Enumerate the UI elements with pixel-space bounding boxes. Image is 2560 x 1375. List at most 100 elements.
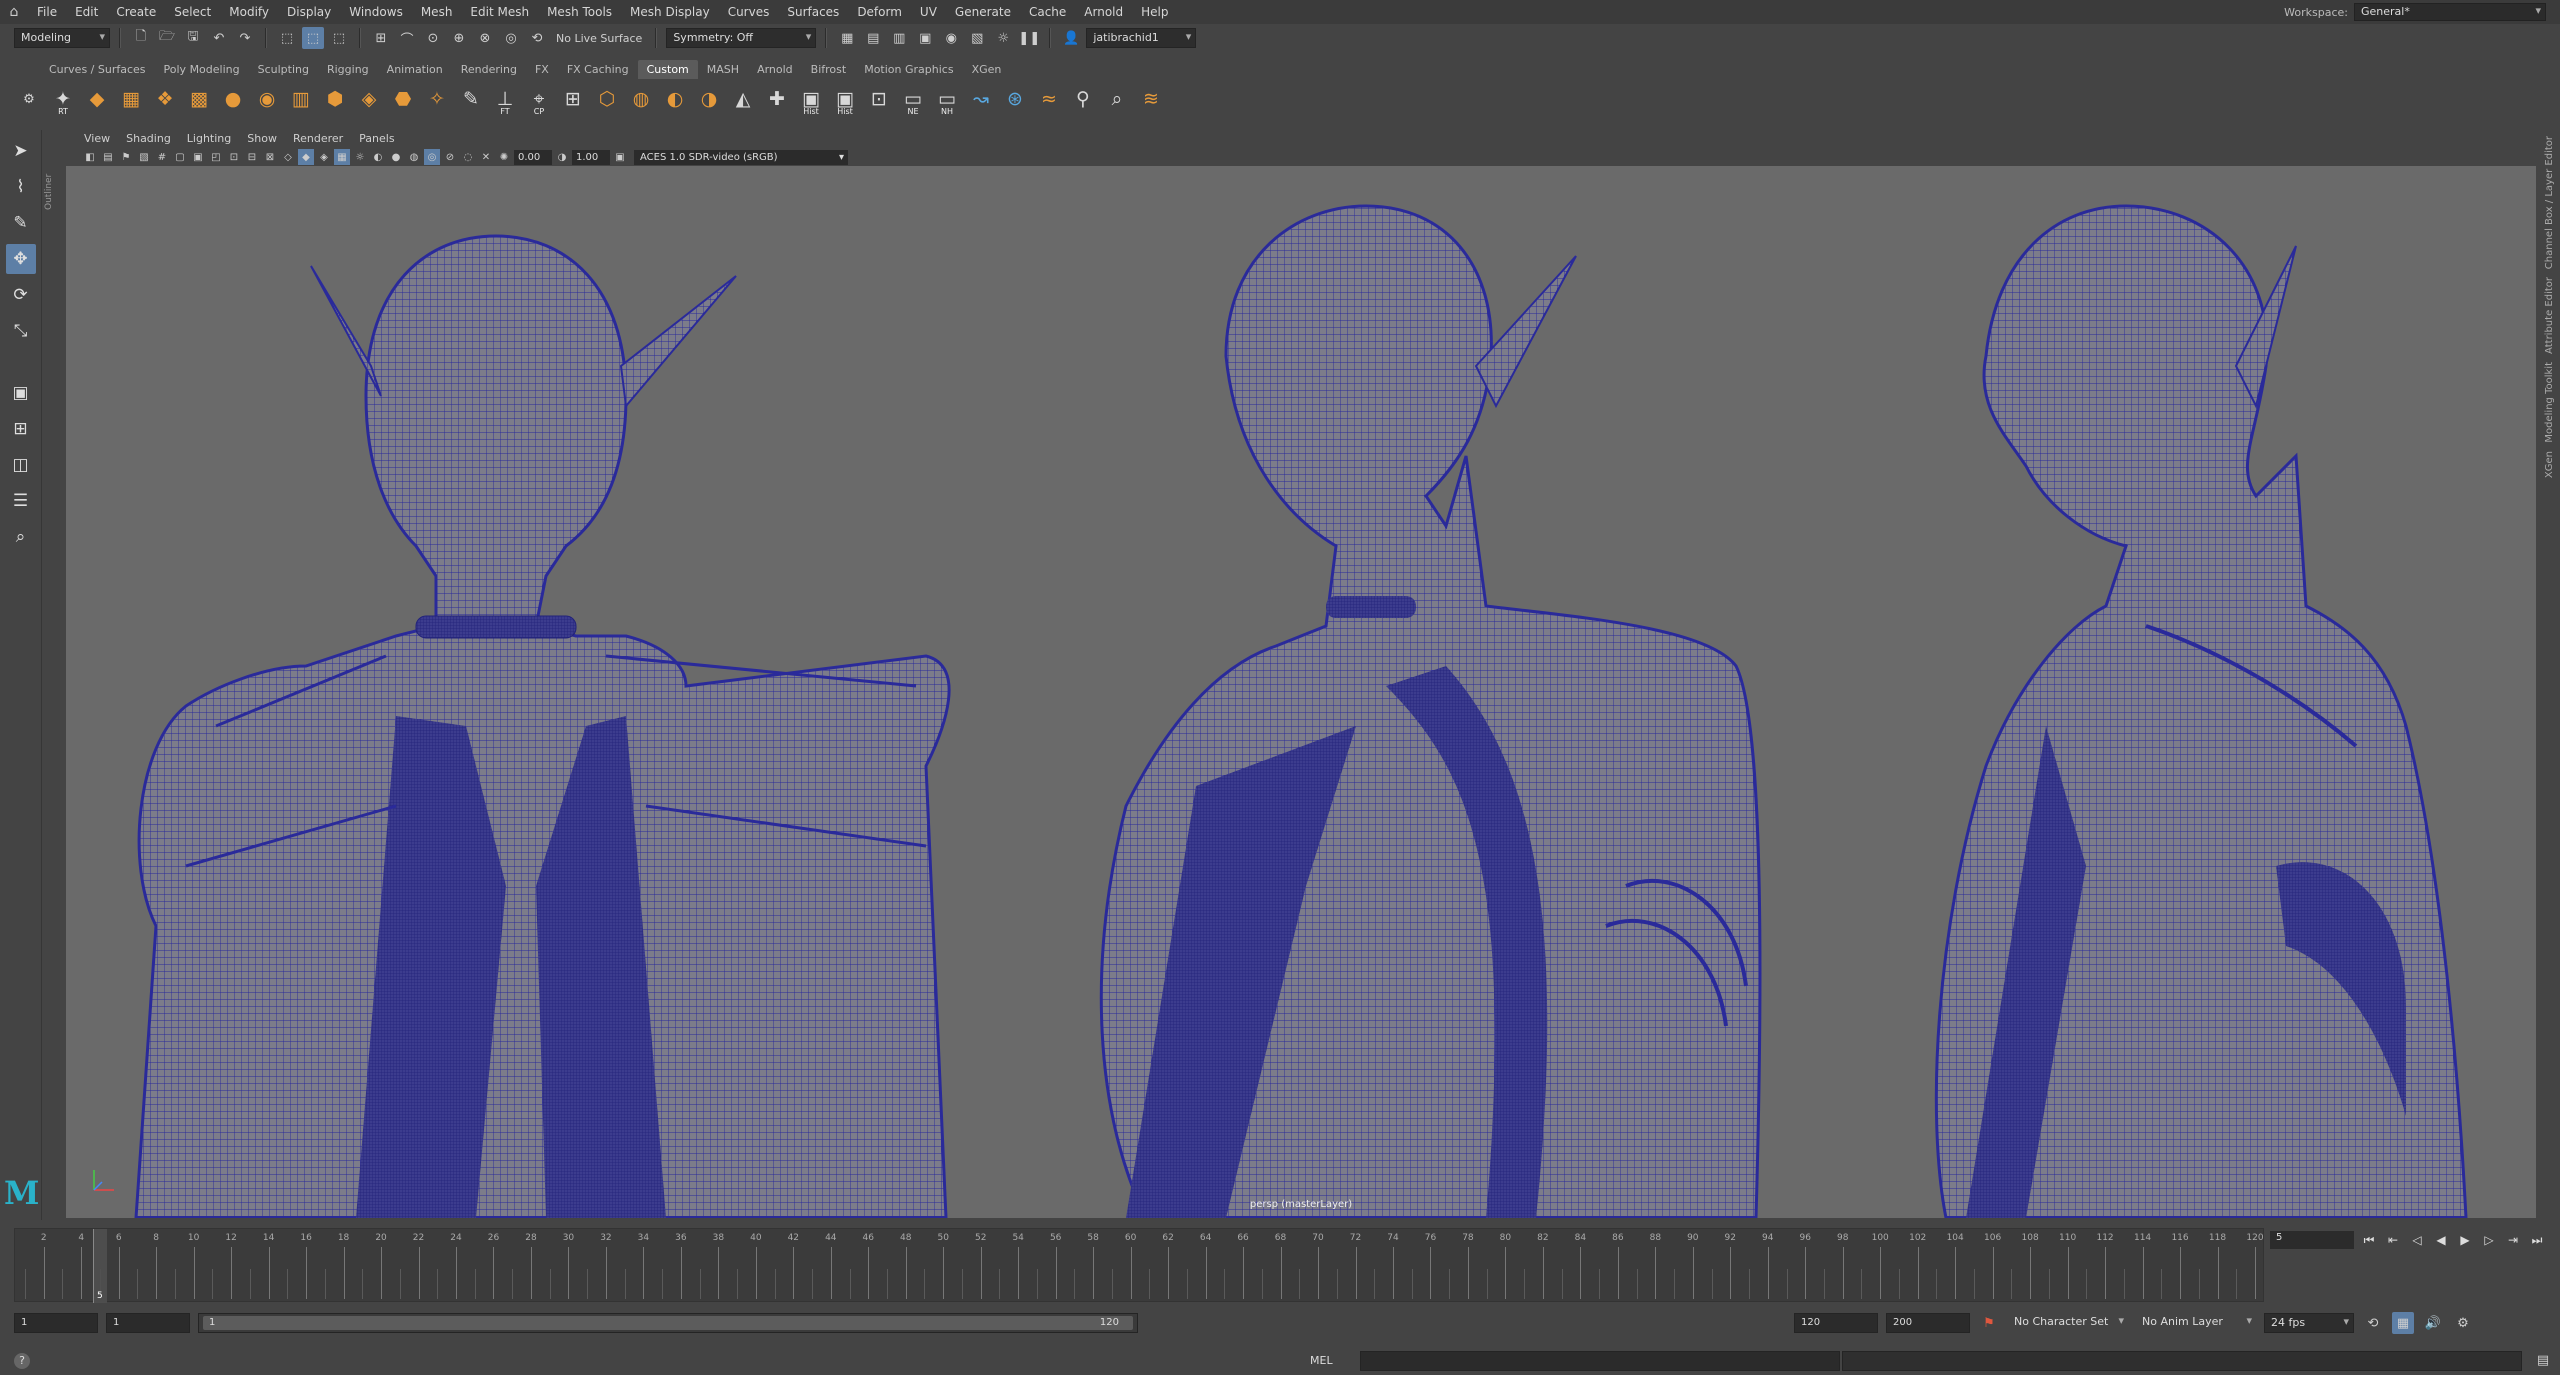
xray-joints-icon[interactable]: ✕	[478, 149, 494, 165]
delete-history-icon[interactable]: ▣ Hist	[796, 84, 826, 116]
shelf-tab-mash[interactable]: MASH	[698, 60, 748, 79]
play-backwards-icon[interactable]: ◀	[2432, 1231, 2450, 1249]
gate-mask-icon[interactable]: ◰	[208, 149, 224, 165]
outliner-tab[interactable]: Outliner	[44, 130, 64, 210]
shelf-tab-rendering[interactable]: Rendering	[452, 60, 526, 79]
rotate-tool-icon[interactable]: ⟳	[6, 280, 36, 310]
textured-icon[interactable]: ◈	[316, 149, 332, 165]
panel-menu-view[interactable]: View	[76, 132, 118, 145]
menu-deform[interactable]: Deform	[848, 5, 911, 19]
smooth-icon[interactable]: ◍	[626, 84, 656, 114]
snap-view-plane-icon[interactable]: ⊗	[474, 27, 496, 49]
shelf-tab-bifrost[interactable]: Bifrost	[802, 60, 856, 79]
pin-icon[interactable]: ✚	[762, 84, 792, 114]
target-weld-icon[interactable]: ✧	[422, 84, 452, 114]
outliner-layout-icon[interactable]: ☰	[6, 486, 36, 516]
play-forwards-icon[interactable]: ▶	[2456, 1231, 2474, 1249]
select-object-icon[interactable]: ⬚	[302, 27, 324, 49]
safe-title-icon[interactable]: ⊠	[262, 149, 278, 165]
move-tool-icon[interactable]: ✥	[5, 244, 36, 274]
menu-file[interactable]: File	[28, 5, 66, 19]
delete-history-all-icon[interactable]: ▣ Hist	[830, 84, 860, 116]
wireframe-icon[interactable]: ◇	[280, 149, 296, 165]
help-icon[interactable]: ?	[14, 1352, 30, 1369]
pause-render-icon[interactable]: ❚❚	[1018, 27, 1040, 49]
script-language-label[interactable]: MEL	[1310, 1354, 1333, 1367]
menu-edit-mesh[interactable]: Edit Mesh	[461, 5, 538, 19]
shelf-tab-fx-caching[interactable]: FX Caching	[558, 60, 638, 79]
start-time-field[interactable]: 1	[14, 1313, 98, 1333]
grid-toggle-icon[interactable]: #	[154, 149, 170, 165]
motion-blur-icon[interactable]: ◍	[406, 149, 422, 165]
panel-menu-show[interactable]: Show	[239, 132, 285, 145]
tab-attribute-editor[interactable]: Attribute Editor	[2544, 277, 2555, 354]
select-hierarchy-icon[interactable]: ⬚	[276, 27, 298, 49]
save-scene-icon[interactable]: 🖫	[182, 27, 204, 49]
resolution-gate-icon[interactable]: ▣	[190, 149, 206, 165]
combine-icon[interactable]: ⬡	[592, 84, 622, 114]
normal-hardness-icon[interactable]: ▭ NH	[932, 84, 962, 116]
shelf-tab-animation[interactable]: Animation	[378, 60, 452, 79]
end-time-field[interactable]: 200	[1886, 1313, 1970, 1333]
viewport-persp[interactable]: persp (masterLayer)	[66, 166, 2536, 1218]
snap-curve-icon[interactable]: ⌒	[396, 27, 418, 49]
menu-curves[interactable]: Curves	[719, 5, 779, 19]
exposure-field[interactable]: 0.00	[514, 149, 552, 165]
ipr-render-icon[interactable]: ▥	[888, 27, 910, 49]
menu-edit[interactable]: Edit	[66, 5, 107, 19]
go-to-end-icon[interactable]: ⏭	[2528, 1231, 2546, 1249]
symmetry-dropdown[interactable]: Symmetry: Off	[666, 28, 817, 48]
menu-generate[interactable]: Generate	[946, 5, 1020, 19]
search-tool-icon[interactable]: ⌕	[1102, 84, 1132, 114]
reset-transform-icon[interactable]: ✦ RT	[48, 84, 78, 116]
shelf-tab-motion-graphics[interactable]: Motion Graphics	[855, 60, 962, 79]
playback-end-field[interactable]: 120	[1794, 1313, 1878, 1333]
shelf-tab-custom[interactable]: Custom	[637, 59, 698, 79]
current-frame-marker[interactable]: 5	[92, 1229, 107, 1303]
panel-menu-lighting[interactable]: Lighting	[179, 132, 239, 145]
mirror-icon[interactable]: ◐	[660, 84, 690, 114]
menu-mesh[interactable]: Mesh	[412, 5, 462, 19]
loop-icon[interactable]: ⟲	[2362, 1312, 2384, 1334]
step-forward-key-icon[interactable]: ⇥	[2504, 1231, 2522, 1249]
character-set-dropdown[interactable]: No Character Set	[2008, 1313, 2128, 1333]
hypershade-icon[interactable]: ◉	[940, 27, 962, 49]
menu-select[interactable]: Select	[165, 5, 220, 19]
fps-dropdown[interactable]: 24 fps	[2264, 1313, 2354, 1333]
bookmark-icon[interactable]: ⚑	[118, 149, 134, 165]
shelf-tab-sculpting[interactable]: Sculpting	[249, 60, 318, 79]
lock-icon[interactable]: ⚲	[1068, 84, 1098, 114]
camera-attributes-icon[interactable]: ▤	[100, 149, 116, 165]
light-editor-icon[interactable]: ☼	[992, 27, 1014, 49]
menu-uv[interactable]: UV	[911, 5, 946, 19]
time-ruler[interactable]: 2 4 6 8 10 12 14 16 18 20 22 24 26 28 30 32 34 36 38 40 42 44…	[14, 1228, 2264, 1303]
redo-icon[interactable]: ↷	[234, 27, 256, 49]
smooth-shade-icon[interactable]: ◆	[298, 149, 314, 165]
grid-cube-icon[interactable]: ▦	[116, 84, 146, 114]
shelf-tab-poly-modeling[interactable]: Poly Modeling	[155, 60, 249, 79]
safe-action-icon[interactable]: ⊟	[244, 149, 260, 165]
menu-help[interactable]: Help	[1132, 5, 1177, 19]
image-plane-icon[interactable]: ▧	[136, 149, 152, 165]
step-forward-frame-icon[interactable]: ▷	[2480, 1231, 2498, 1249]
menu-mesh-tools[interactable]: Mesh Tools	[538, 5, 621, 19]
open-scene-icon[interactable]: 🗁	[156, 27, 178, 49]
step-back-key-icon[interactable]: ⇤	[2384, 1231, 2402, 1249]
separate-icon[interactable]: ◑	[694, 84, 724, 114]
extrude-icon[interactable]: ⬢	[320, 84, 350, 114]
select-tool-icon[interactable]: ➤	[6, 136, 36, 166]
subdiv-cube-icon[interactable]: ▩	[184, 84, 214, 114]
cylinder-icon[interactable]: ◉	[252, 84, 282, 114]
menu-cache[interactable]: Cache	[1020, 5, 1075, 19]
range-slider[interactable]: 1 120	[198, 1313, 1138, 1333]
quad-draw-icon[interactable]: ⊛	[1000, 84, 1030, 114]
panel-menu-panels[interactable]: Panels	[351, 132, 402, 145]
panel-menu-shading[interactable]: Shading	[118, 132, 179, 145]
curve-tool-icon[interactable]: ↝	[966, 84, 996, 114]
grid-icon[interactable]: ⊞	[558, 84, 588, 114]
field-chart-icon[interactable]: ⊡	[226, 149, 242, 165]
new-scene-icon[interactable]: 🗋	[130, 27, 152, 49]
live-surface-label[interactable]: No Live Surface	[552, 32, 646, 45]
shelf-tab-fx[interactable]: FX	[526, 60, 558, 79]
menu-create[interactable]: Create	[107, 5, 165, 19]
